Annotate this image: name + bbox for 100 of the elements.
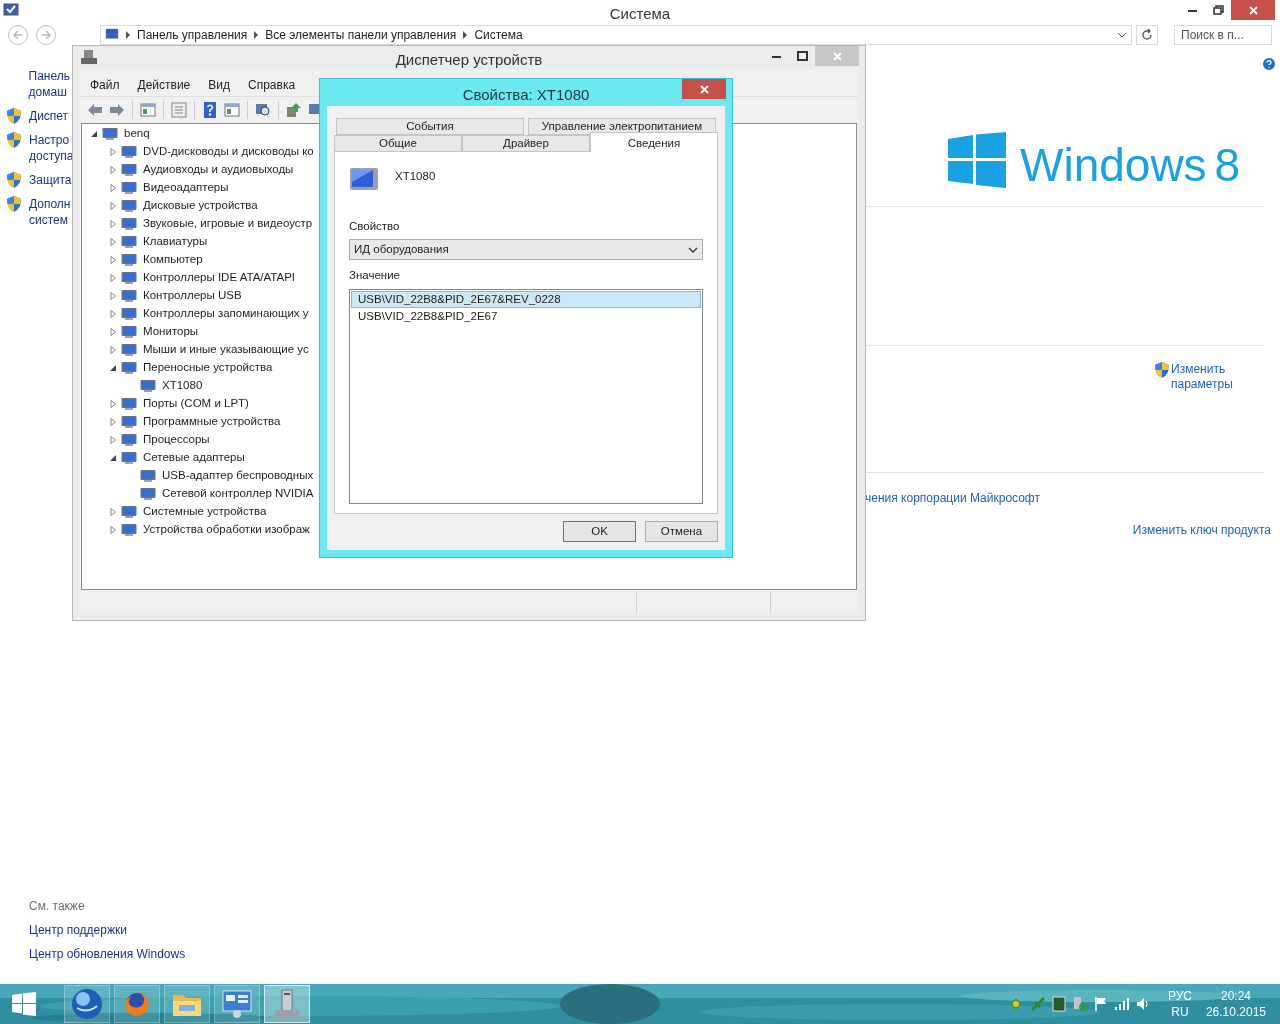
- tree-item[interactable]: Клавиатуры: [143, 233, 208, 251]
- see-also-link[interactable]: Центр поддержки: [29, 922, 127, 938]
- tree-item[interactable]: Видеоадаптеры: [143, 179, 229, 197]
- sidebar-link[interactable]: Защита: [29, 172, 72, 188]
- scan-icon: [255, 102, 271, 118]
- address-field[interactable]: Панель управления Все элементы панели управления Система: [100, 25, 1132, 45]
- close-icon: [1248, 5, 1258, 15]
- tree-item[interactable]: XT1080: [162, 377, 203, 395]
- see-also-link[interactable]: Центр обновления Windows: [29, 946, 186, 962]
- tree-item[interactable]: Мониторы: [143, 323, 199, 341]
- globe-icon: [71, 988, 103, 1020]
- sidebar-link[interactable]: Настро доступа: [29, 132, 74, 164]
- list-tool-button[interactable]: [168, 99, 190, 121]
- language-indicator[interactable]: RU: [1171, 1004, 1189, 1020]
- device-icon: [121, 163, 137, 177]
- device-icon: [121, 217, 137, 231]
- chevron-icon: [462, 31, 469, 39]
- tree-item[interactable]: Компьютер: [143, 251, 203, 269]
- close-button[interactable]: [1231, 0, 1275, 20]
- device-icon: [121, 523, 137, 537]
- dialog-button[interactable]: Отмена: [645, 521, 718, 542]
- tree-item[interactable]: Порты (COM и LPT): [143, 395, 249, 413]
- windows-logo-text: Windows: [1020, 142, 1207, 188]
- tree-item[interactable]: benq: [124, 125, 150, 143]
- taskbar-button[interactable]: [214, 985, 260, 1023]
- menu-item[interactable]: Справка: [248, 76, 296, 94]
- tree-item[interactable]: Контроллеры USB: [143, 287, 242, 305]
- search-field[interactable]: Поиск в п...: [1174, 25, 1272, 45]
- tablet-icon: [349, 166, 379, 192]
- menu-item[interactable]: Вид: [208, 76, 230, 94]
- taskbar-button[interactable]: [164, 985, 210, 1023]
- dropdown-icon[interactable]: [1117, 32, 1127, 38]
- device-name: XT1080: [395, 169, 436, 184]
- signal-icon[interactable]: [1113, 997, 1130, 1011]
- drive-check-icon[interactable]: [1071, 996, 1088, 1012]
- tree-item[interactable]: Системные устройства: [143, 503, 267, 521]
- windows-version: 8: [1214, 142, 1241, 188]
- value-item[interactable]: USB\VID_22B8&PID_2E67&REV_0228: [351, 290, 701, 308]
- device-icon: [121, 271, 137, 285]
- dialog-button[interactable]: OK: [563, 521, 636, 542]
- shield-icon: [7, 196, 21, 212]
- expander-icon[interactable]: [109, 454, 117, 462]
- tree-item[interactable]: Мыши и иные указывающие ус: [143, 341, 309, 359]
- window-icon: [221, 989, 253, 1019]
- clock-date[interactable]: 26.10.2015: [1205, 1004, 1266, 1020]
- tab[interactable]: События: [336, 118, 524, 135]
- device-icon: [121, 415, 137, 429]
- sidebar-link[interactable]: Дополн систем: [29, 196, 71, 228]
- card-icon[interactable]: [1051, 996, 1066, 1012]
- product-key-link[interactable]: Изменить ключ продукта: [1132, 521, 1271, 539]
- plug-icon[interactable]: [1029, 996, 1046, 1012]
- tree-item[interactable]: USB-адаптер беспроводных: [162, 467, 314, 485]
- tree-item[interactable]: Дисковые устройства: [143, 197, 258, 215]
- refresh-button[interactable]: [1136, 25, 1158, 45]
- device-icon: [121, 397, 137, 411]
- taskbar-button[interactable]: [114, 985, 160, 1023]
- taskbar-button[interactable]: [64, 985, 110, 1023]
- sidebar-link[interactable]: Панель домаш: [28, 68, 70, 100]
- device-icon: [121, 307, 137, 321]
- tree-item[interactable]: Контроллеры IDE ATA/ATAPI: [143, 269, 296, 287]
- menu-item[interactable]: Действие: [137, 76, 191, 94]
- windows-logo-icon: [948, 132, 1006, 188]
- breadcrumb-item[interactable]: Панель управления: [137, 28, 248, 42]
- tree-item[interactable]: Устройства обработки изображ: [143, 521, 310, 539]
- menu-item[interactable]: Файл: [90, 76, 120, 94]
- back-arrow-icon: [87, 102, 103, 118]
- close-button[interactable]: [682, 79, 726, 99]
- tab[interactable]: Общие: [334, 135, 462, 152]
- window-title: Система: [609, 4, 671, 24]
- tree-item[interactable]: Переносные устройства: [143, 359, 273, 377]
- tree-item[interactable]: Контроллеры запоминающих у: [143, 305, 309, 323]
- tree-item[interactable]: Звуковые, игровые и видеоустр: [143, 215, 313, 233]
- device-icon: [121, 145, 137, 159]
- device-icon: [121, 325, 137, 339]
- tree-item[interactable]: Сетевой контроллер NVIDIA: [162, 485, 314, 503]
- expander-icon[interactable]: [109, 364, 117, 372]
- value-item[interactable]: USB\VID_22B8&PID_2E67: [351, 307, 701, 325]
- tab[interactable]: Сведения: [590, 132, 718, 152]
- tree-item[interactable]: Сетевые адаптеры: [143, 449, 245, 467]
- see-also-heading: См. также: [29, 898, 85, 914]
- tab[interactable]: Драйвер: [462, 135, 590, 152]
- license-link[interactable]: чения корпорации Майкрософт: [865, 489, 1040, 507]
- change-settings-link[interactable]: Изменить параметры: [1171, 362, 1233, 392]
- tree-item[interactable]: DVD-дисководы и дисководы ко: [143, 143, 314, 161]
- tree-item[interactable]: Процессоры: [143, 431, 210, 449]
- device-icon: [140, 469, 156, 483]
- breadcrumb-item[interactable]: Все элементы панели управления: [265, 28, 457, 42]
- taskbar-button[interactable]: [264, 985, 310, 1023]
- breadcrumb-item[interactable]: Система: [474, 28, 523, 42]
- help-icon[interactable]: [1261, 56, 1277, 72]
- help-icon: [202, 102, 218, 118]
- device-icon: [102, 127, 118, 141]
- tree-item[interactable]: Программные устройства: [143, 413, 281, 431]
- property-dropdown[interactable]: ИД оборудования: [349, 239, 703, 261]
- restore-icon: [1212, 5, 1224, 15]
- tree-item[interactable]: Аудиовходы и аудиовыходы: [143, 161, 294, 179]
- panel-icon: [224, 102, 240, 118]
- sidebar-link[interactable]: Диспет: [29, 108, 69, 124]
- flag-icon[interactable]: [1093, 996, 1108, 1012]
- expander-icon[interactable]: [90, 130, 98, 138]
